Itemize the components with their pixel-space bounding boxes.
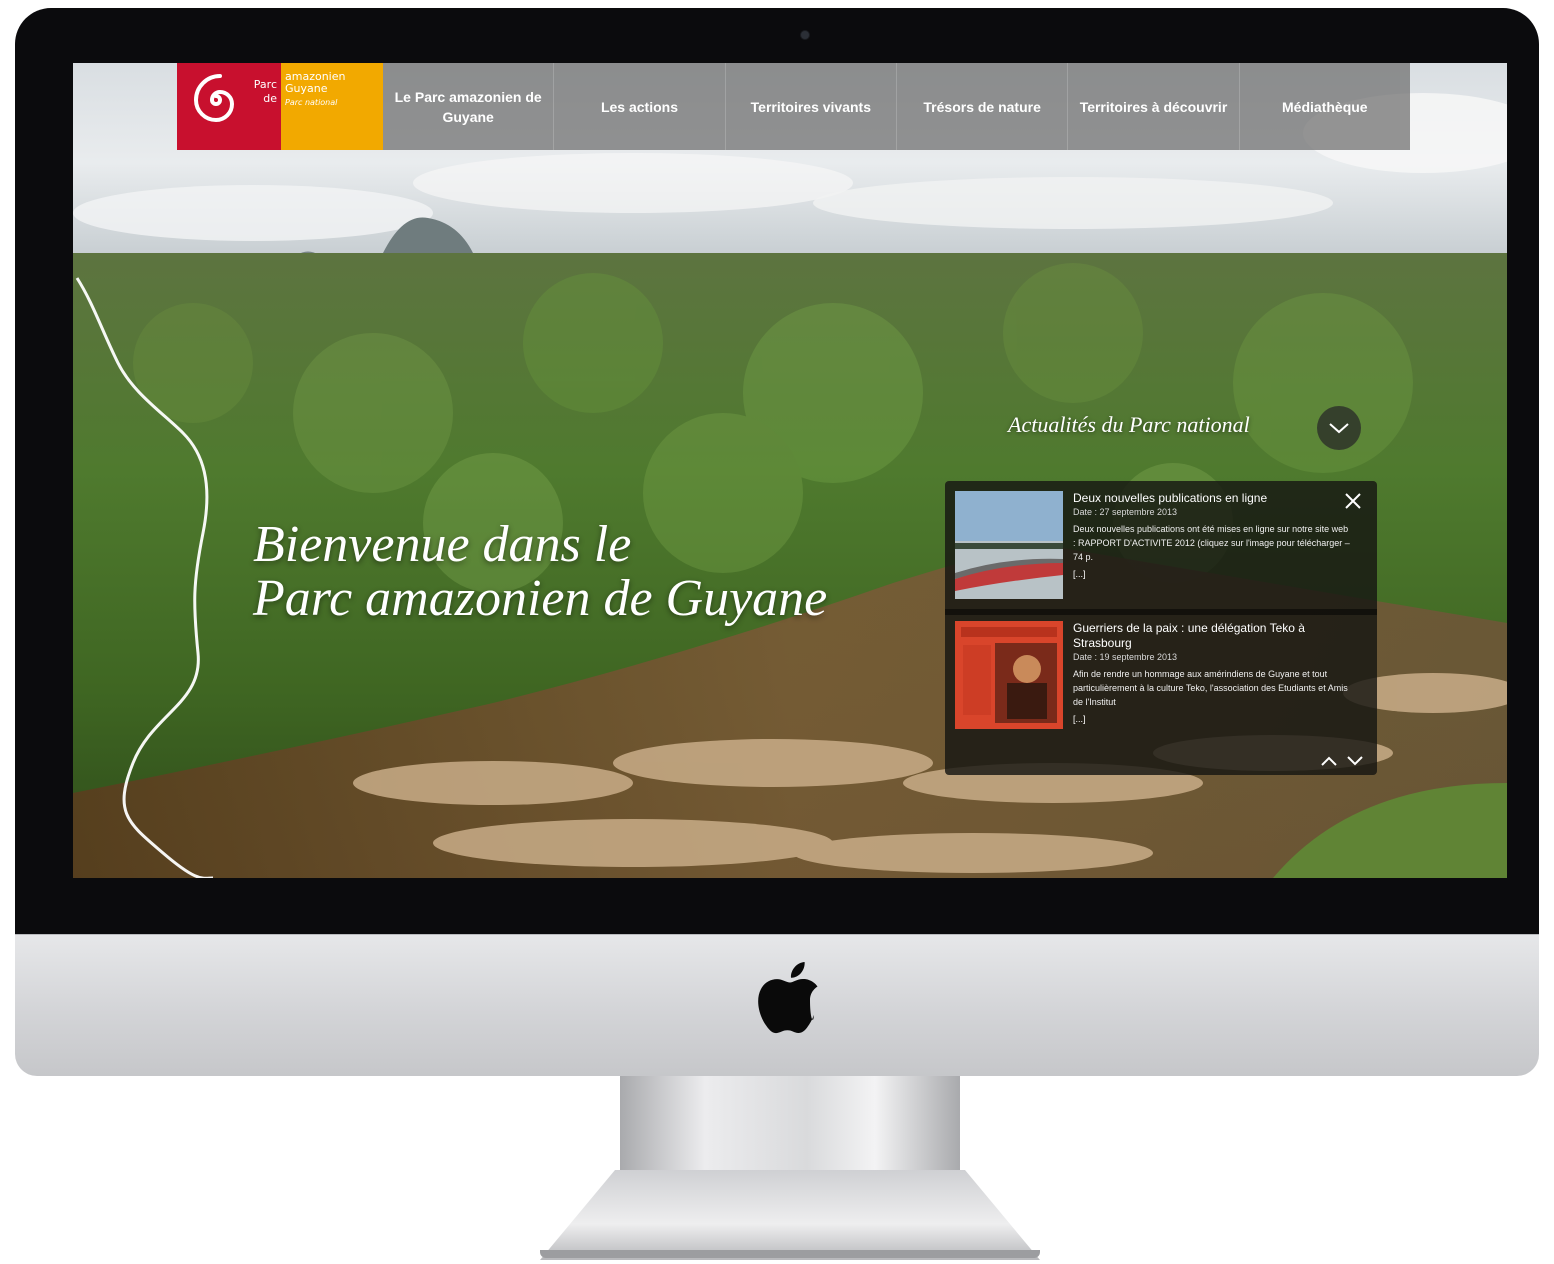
logo-line-parc-national: Parc national	[285, 98, 338, 107]
monitor-stand-edge	[540, 1250, 1040, 1258]
apple-logo-icon	[758, 962, 818, 1034]
news-item[interactable]: Deux nouvelles publications en ligne Dat…	[955, 491, 1365, 603]
hero-headline-line-1: Bienvenue dans le	[253, 516, 632, 573]
logo-yellow-block: amazonien Guyane Parc national	[281, 63, 383, 150]
news-thumbnail-poster[interactable]	[955, 621, 1063, 729]
news-section-title: Actualités du Parc national	[1008, 412, 1250, 437]
news-pager	[1319, 753, 1365, 769]
hero-headline-line-2: Parc amazonien de Guyane	[253, 570, 828, 627]
site-logo[interactable]: Parc de amazonien Guyane Parc national	[177, 63, 383, 150]
news-prev-button[interactable]	[1319, 753, 1339, 769]
logo-word-de: de	[263, 92, 277, 105]
boat-thumbnail-image	[955, 491, 1063, 599]
news-toggle-button[interactable]	[1317, 406, 1361, 450]
nav-item-territoires-vivants[interactable]: Territoires vivants	[726, 63, 897, 150]
logo-red-block: Parc de	[177, 63, 281, 150]
poster-thumbnail-image	[955, 621, 1063, 729]
nav-item-le-parc[interactable]: Le Parc amazonien de Guyane	[383, 63, 555, 150]
news-headline[interactable]: Guerriers de la paix : une délégation Te…	[1073, 621, 1353, 651]
news-read-more-link[interactable]: [...]	[1073, 569, 1086, 579]
news-next-button[interactable]	[1345, 753, 1365, 769]
nav-item-mediatheque[interactable]: Médiathèque	[1240, 63, 1410, 150]
news-date: Date : 27 septembre 2013	[1073, 507, 1178, 517]
website-screen: Parc de amazonien Guyane Parc national L…	[73, 63, 1507, 878]
news-read-more-link[interactable]: [...]	[1073, 714, 1086, 724]
chevron-down-icon	[1329, 423, 1349, 434]
chevron-up-icon	[1321, 756, 1337, 766]
camera-dot	[801, 31, 809, 39]
nav-item-tresors-de-nature[interactable]: Trésors de nature	[897, 63, 1069, 150]
nav-item-les-actions[interactable]: Les actions	[554, 63, 726, 150]
nav-menu: Le Parc amazonien de Guyane Les actions …	[383, 63, 1410, 150]
nav-item-territoires-a-decouvrir[interactable]: Territoires à découvrir	[1068, 63, 1240, 150]
news-item[interactable]: Guerriers de la paix : une délégation Te…	[955, 621, 1365, 741]
news-item-text: Deux nouvelles publications en ligne Dat…	[1063, 491, 1353, 603]
news-divider	[945, 609, 1377, 615]
logo-word-parc: Parc	[253, 78, 277, 91]
news-date: Date : 19 septembre 2013	[1073, 652, 1178, 662]
news-headline[interactable]: Deux nouvelles publications en ligne	[1073, 491, 1353, 506]
news-panel: Deux nouvelles publications en ligne Dat…	[945, 481, 1377, 775]
news-item-text: Guerriers de la paix : une délégation Te…	[1063, 621, 1353, 741]
main-navigation: Parc de amazonien Guyane Parc national L…	[177, 63, 1410, 150]
news-thumbnail-boat[interactable]	[955, 491, 1063, 599]
news-excerpt: Afin de rendre un hommage aux amérindien…	[1073, 669, 1348, 707]
hero-headline: Bienvenue dans le Parc amazonien de Guya…	[253, 518, 827, 626]
chevron-down-icon	[1347, 756, 1363, 766]
logo-line-guyane: Guyane	[285, 82, 328, 95]
spiral-logo-icon	[193, 74, 235, 123]
monitor-stand-foot	[540, 1170, 1040, 1260]
news-excerpt: Deux nouvelles publications ont été mise…	[1073, 524, 1350, 562]
